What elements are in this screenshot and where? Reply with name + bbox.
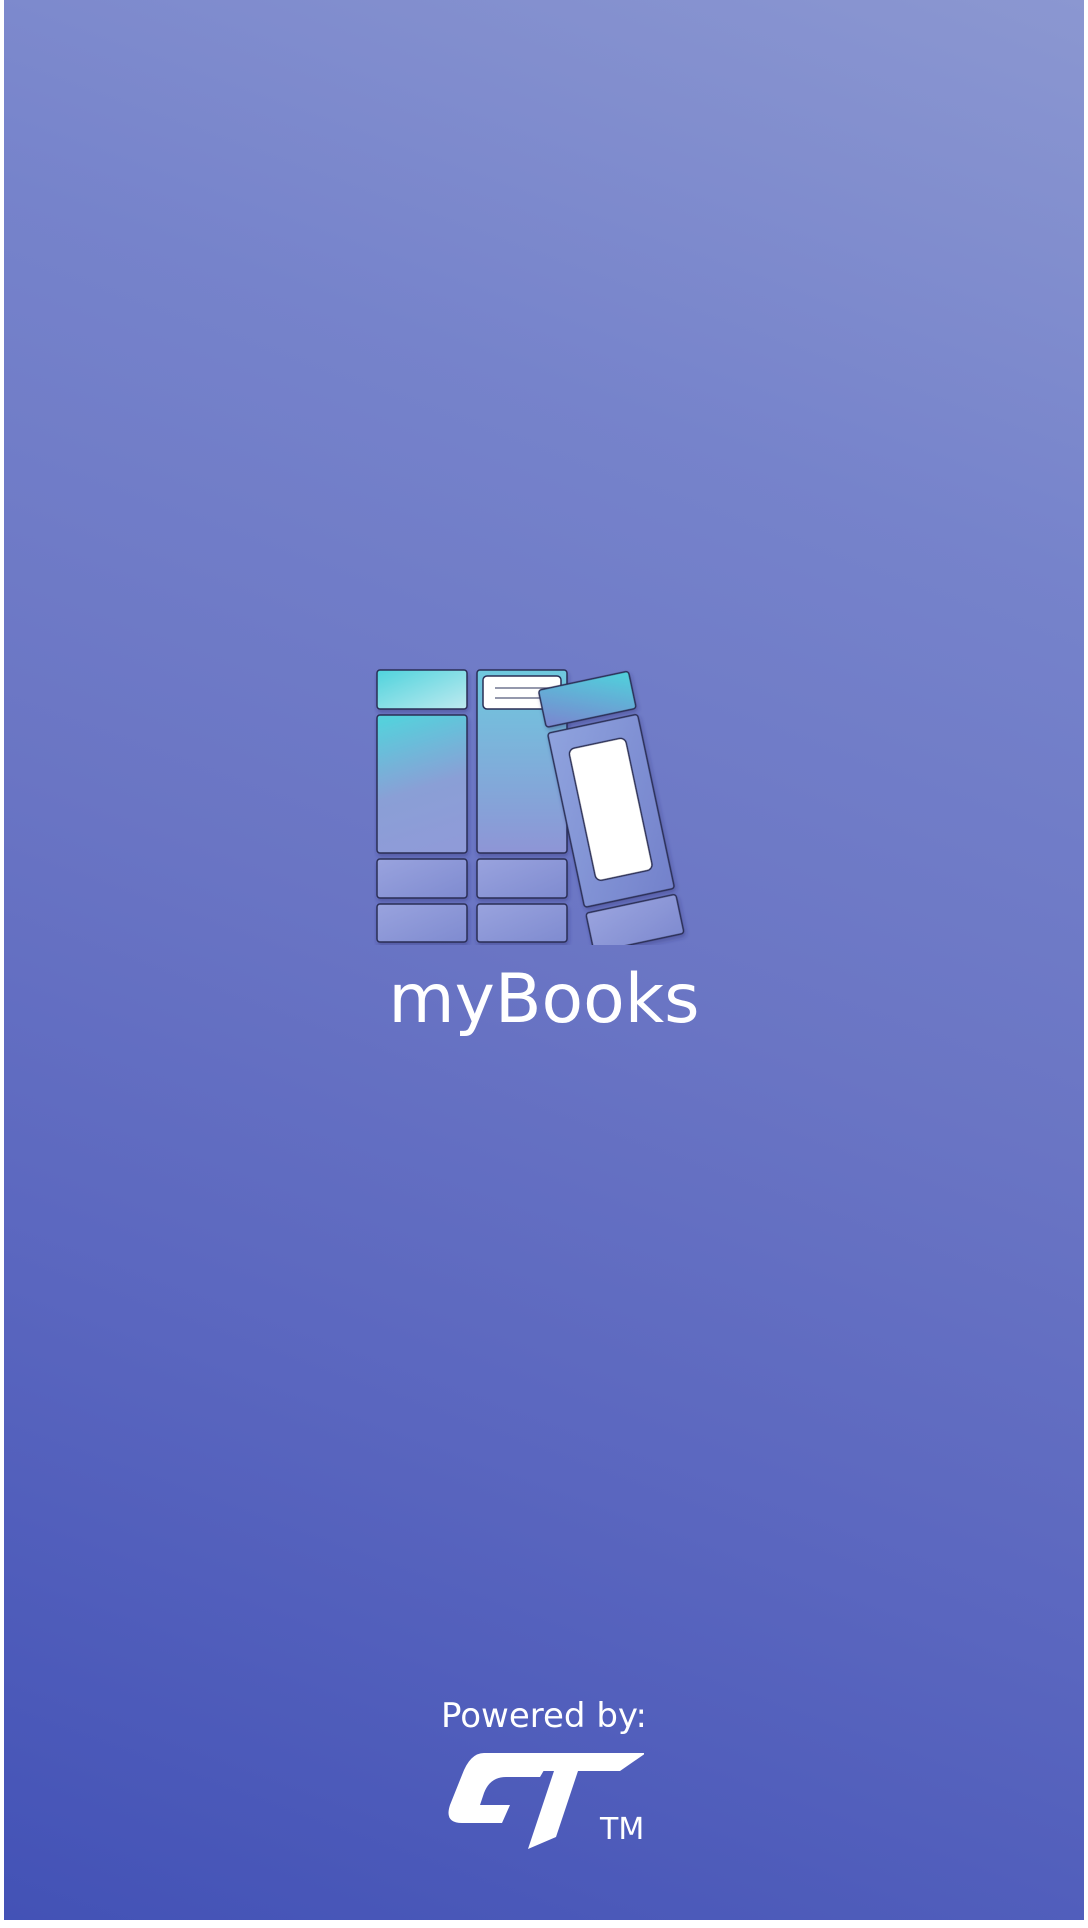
trademark-label: TM <box>600 1812 645 1847</box>
powered-by-label: Powered by: <box>440 1696 648 1736</box>
splash-screen: myBooks Powered by: TM <box>4 0 1084 1920</box>
books-logo-icon <box>376 669 685 945</box>
app-title: myBooks <box>388 960 700 1039</box>
book-1 <box>376 669 468 943</box>
